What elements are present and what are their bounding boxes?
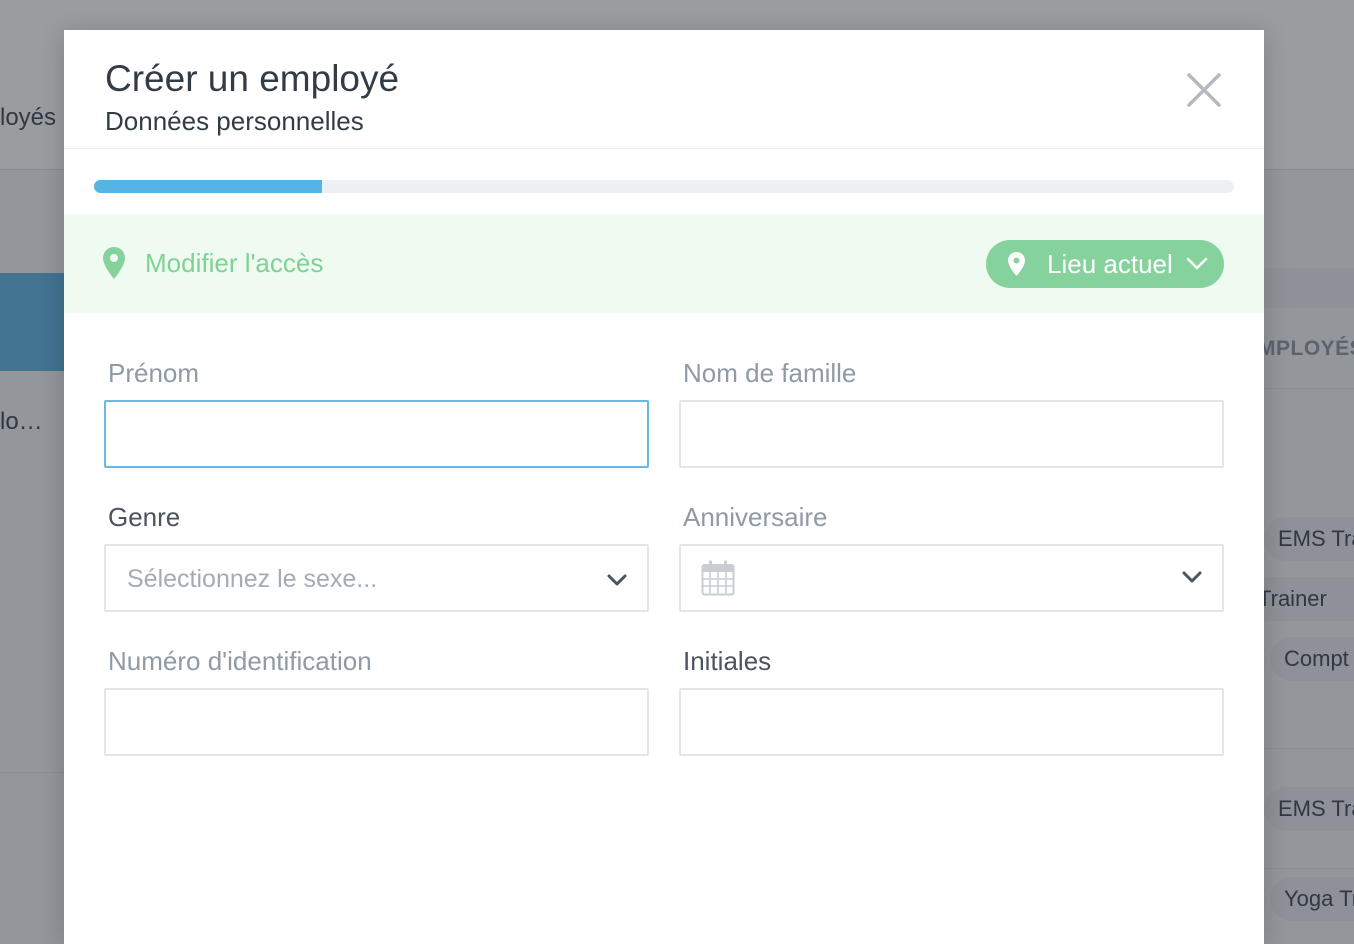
access-bar: Modifier l'accès Lieu actuel [64,214,1264,313]
gender-select[interactable]: Sélectionnez le sexe... [104,544,649,612]
initials-input[interactable] [679,688,1224,756]
map-pin-icon [103,247,125,279]
step-progress-bar [94,180,1234,193]
first-name-input[interactable] [104,400,649,468]
close-button[interactable] [1184,70,1224,110]
calendar-icon [701,560,735,596]
current-location-label: Lieu actuel [1047,249,1173,279]
initials-label: Initiales [683,646,772,676]
chevron-down-icon [1182,571,1202,583]
modal-subtitle: Données personnelles [105,106,364,136]
modify-access-link[interactable]: Modifier l'accès [145,248,323,279]
close-icon [1187,73,1221,107]
id-number-input[interactable] [104,688,649,756]
modal-header: Créer un employé Données personnelles [64,30,1264,149]
create-employee-modal: Créer un employé Données personnelles Mo… [64,30,1264,944]
chevron-down-icon [1186,257,1208,270]
map-pin-icon [1008,252,1025,276]
birthday-date-picker[interactable] [679,544,1224,612]
gender-select-placeholder: Sélectionnez le sexe... [127,565,378,593]
id-number-label: Numéro d'identification [108,646,372,676]
first-name-label: Prénom [108,358,200,388]
gender-label: Genre [108,502,181,532]
modal-title: Créer un employé [105,58,400,99]
chevron-down-icon [607,574,627,586]
current-location-dropdown[interactable]: Lieu actuel [986,240,1224,288]
birthday-label: Anniversaire [683,502,828,532]
last-name-label: Nom de famille [683,358,857,388]
last-name-input[interactable] [679,400,1224,468]
step-progress-fill [94,180,322,193]
